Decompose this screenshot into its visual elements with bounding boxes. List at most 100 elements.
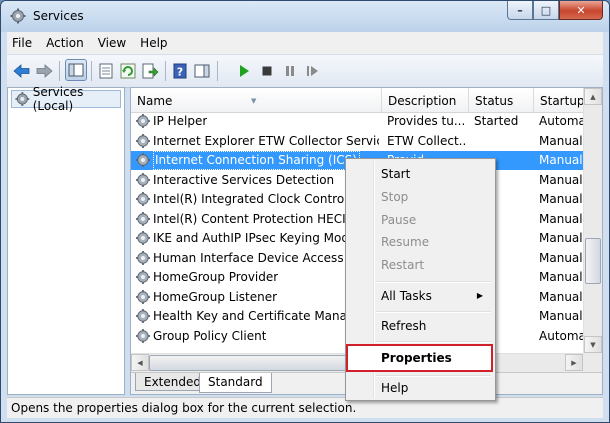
service-name: Intel(R) Integrated Clock Controller — [153, 192, 364, 206]
service-name: HomeGroup Listener — [153, 289, 278, 304]
menu-item-help[interactable]: Help — [348, 377, 493, 399]
service-name: HomeGroup Provider — [153, 270, 279, 284]
menu-separator — [376, 281, 491, 283]
service-status: Started — [474, 114, 519, 128]
menu-bar: File Action View Help — [7, 32, 603, 54]
service-gear-icon — [136, 328, 150, 343]
service-description: ETW Collect... — [387, 133, 467, 148]
scroll-down-button[interactable]: ▼ — [584, 336, 602, 353]
action-pane-icon[interactable] — [193, 62, 211, 80]
toolbar-separator — [165, 61, 166, 81]
menu-item-pause[interactable]: Pause — [348, 209, 493, 231]
service-gear-icon — [136, 211, 150, 226]
menu-help[interactable]: Help — [133, 32, 174, 54]
start-service-icon[interactable] — [235, 62, 253, 80]
service-gear-icon — [136, 172, 150, 187]
tree-item-services-local[interactable]: Services (Local) — [11, 85, 121, 113]
service-startup: Automa — [539, 328, 583, 343]
column-header-status[interactable]: Status — [469, 88, 534, 112]
column-header-name-label: Name — [137, 94, 173, 108]
column-header-description[interactable]: Description — [382, 88, 469, 112]
help-icon[interactable]: ? — [171, 62, 189, 80]
minimize-button[interactable]: – — [507, 1, 533, 20]
menu-action[interactable]: Action — [39, 32, 91, 54]
service-gear-icon — [136, 114, 150, 128]
vertical-scrollbar[interactable]: ▲ ▼ — [583, 88, 602, 372]
column-header-name[interactable]: Name ▼ — [131, 88, 382, 112]
service-name: Intel(R) Content Protection HECI Se — [153, 211, 365, 226]
service-startup: Manual — [539, 172, 583, 187]
service-gear-icon — [136, 133, 150, 148]
back-arrow-icon[interactable] — [13, 62, 31, 80]
service-startup: Manual — [539, 309, 583, 323]
service-name: Interactive Services Detection — [153, 172, 335, 187]
service-gear-icon — [136, 309, 150, 323]
menu-separator — [376, 311, 491, 313]
title-bar[interactable]: Services – □ ✕ — [1, 1, 609, 32]
service-gear-icon — [136, 231, 150, 245]
close-button[interactable]: ✕ — [559, 1, 603, 20]
menu-item-all-tasks[interactable]: All Tasks ▶ — [348, 285, 493, 307]
refresh-icon[interactable] — [119, 62, 137, 80]
submenu-arrow-icon: ▶ — [476, 291, 483, 300]
menu-item-refresh[interactable]: Refresh — [348, 315, 493, 337]
toolbar: ? — [7, 54, 603, 88]
tree-item-label: Services (Local) — [32, 85, 84, 113]
menu-item-restart[interactable]: Restart — [348, 254, 493, 276]
menu-item-stop[interactable]: Stop — [348, 186, 493, 208]
show-hide-console-tree-button[interactable] — [65, 59, 87, 81]
vertical-scroll-thumb[interactable] — [585, 238, 601, 284]
service-gear-icon — [136, 270, 150, 284]
maximize-button[interactable]: □ — [533, 1, 559, 20]
services-window: Services – □ ✕ File Action View Help ? S… — [0, 0, 610, 423]
service-gear-icon — [136, 289, 150, 304]
service-startup: Automa — [539, 114, 583, 128]
context-menu: Start Stop Pause Resume Restart All Task… — [345, 158, 496, 401]
scrollbar-corner — [583, 353, 602, 372]
service-name: Internet Connection Sharing (ICS) — [153, 151, 360, 170]
column-headers: Name ▼ Description Status Startup — [131, 88, 583, 113]
service-name: Human Interface Device Access — [153, 250, 344, 265]
service-startup: Manual — [539, 270, 583, 284]
scroll-right-button[interactable]: ▶ — [565, 354, 583, 371]
export-list-icon[interactable] — [141, 62, 159, 80]
service-name: IP Helper — [153, 114, 208, 128]
menu-file[interactable]: File — [7, 32, 39, 54]
service-name: Health Key and Certificate Manager — [153, 309, 367, 323]
toolbar-separator — [59, 61, 60, 81]
console-tree-pane: Services (Local) — [7, 85, 125, 395]
service-startup: Manual — [539, 211, 583, 226]
tab-standard[interactable]: Standard — [199, 373, 272, 393]
service-name: Group Policy Client — [153, 328, 267, 343]
toolbar-separator — [217, 61, 218, 81]
stop-service-icon[interactable] — [258, 62, 276, 80]
service-startup: Manual — [539, 153, 583, 167]
properties-sheet-icon[interactable] — [97, 62, 115, 80]
sort-ascending-icon: ▼ — [251, 97, 257, 105]
column-header-startup[interactable]: Startup — [534, 88, 583, 112]
service-name: IKE and AuthIP IPsec Keying Modul — [153, 231, 360, 245]
forward-arrow-icon[interactable] — [35, 62, 53, 80]
service-startup: Manual — [539, 192, 583, 206]
service-row[interactable]: Internet Explorer ETW Collector Service E… — [131, 132, 583, 151]
service-name: Internet Explorer ETW Collector Service — [153, 133, 379, 148]
service-gear-icon — [136, 192, 150, 206]
services-gear-icon — [10, 8, 26, 24]
pause-service-icon[interactable] — [281, 62, 299, 80]
services-gear-icon — [15, 92, 30, 106]
status-bar: Opens the properties dialog box for the … — [7, 397, 603, 418]
menu-item-resume[interactable]: Resume — [348, 231, 493, 253]
menu-item-start[interactable]: Start — [348, 163, 493, 185]
restart-service-icon[interactable] — [304, 62, 322, 80]
menu-separator — [376, 341, 491, 343]
window-title: Services — [33, 9, 84, 23]
service-startup: Manual — [539, 133, 583, 148]
service-row[interactable]: IP Helper Provides tu... Started Automa — [131, 112, 583, 131]
service-startup: Manual — [539, 231, 583, 245]
scroll-left-button[interactable]: ◀ — [131, 354, 149, 371]
toolbar-separator — [91, 61, 92, 81]
menu-item-properties[interactable]: Properties — [348, 347, 493, 369]
scroll-up-button[interactable]: ▲ — [584, 88, 602, 105]
console-tree-icon — [68, 63, 84, 77]
menu-view[interactable]: View — [91, 32, 133, 54]
